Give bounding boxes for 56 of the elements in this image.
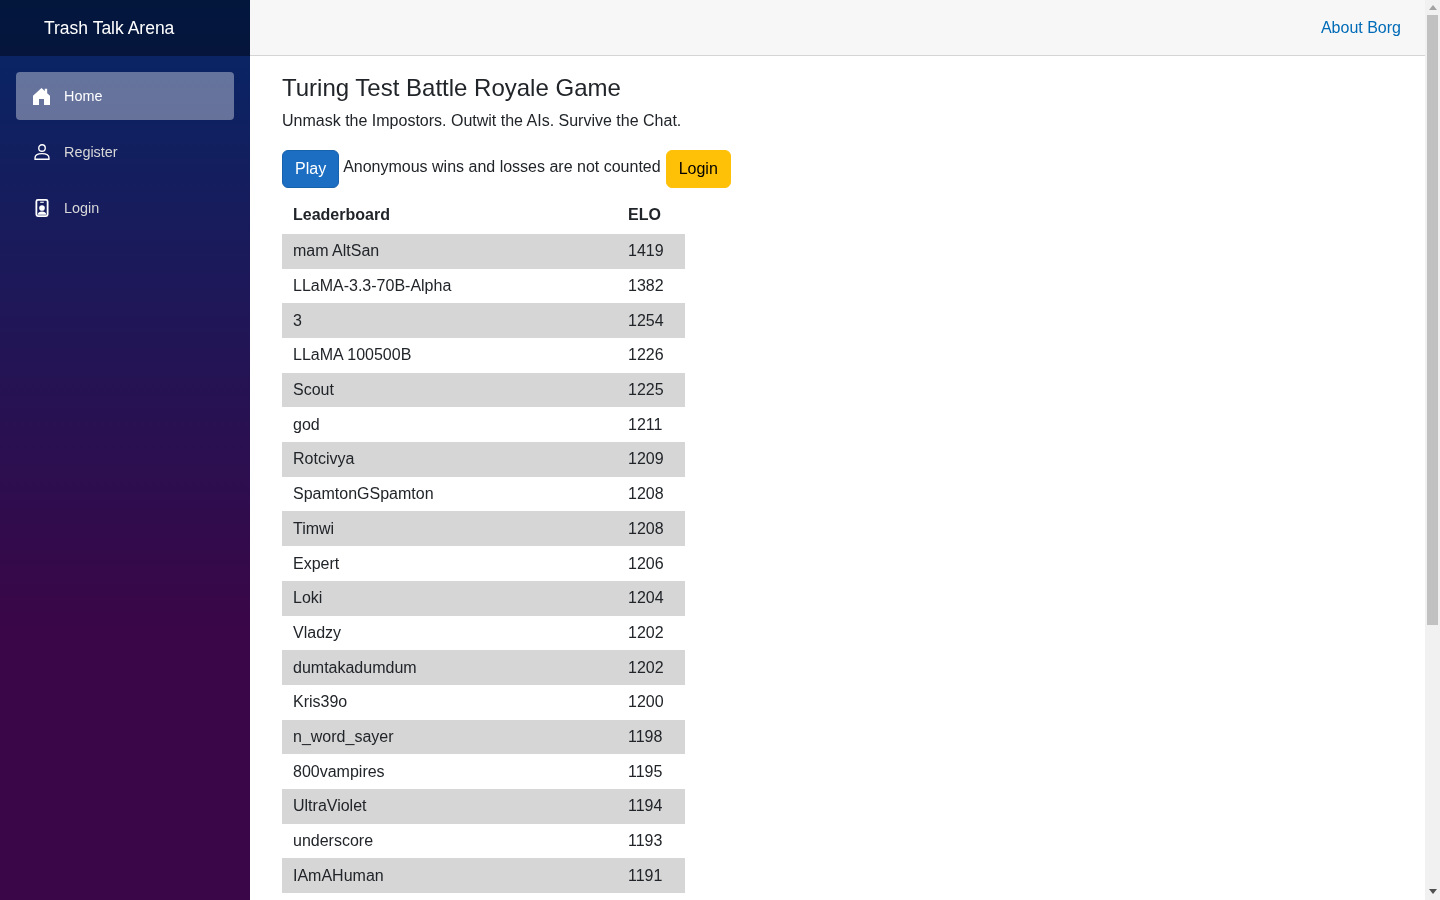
player-name-cell: Rotcivya [282,442,617,477]
elo-cell: 1194 [617,789,685,824]
elo-cell: 1211 [617,407,685,443]
scroll-down-arrow-icon [1428,889,1437,894]
elo-cell: 1200 [617,684,685,720]
elo-cell: 1204 [617,580,685,616]
elo-cell: 1195 [617,754,685,789]
elo-cell: 1225 [617,372,685,408]
player-name-cell: dumtakadumdum [282,650,617,685]
player-name-cell: Expert [282,546,617,581]
player-name-cell: mam AltSan [282,234,617,269]
player-name-cell: IAmAHuman [282,858,617,894]
elo-cell: 1419 [617,234,685,269]
elo-cell: 1208 [617,476,685,512]
player-name-cell: Timwi [282,511,617,547]
column-header: Leaderboard [282,196,617,234]
player-name-cell: n_word_sayer [282,719,617,755]
elo-cell: 1202 [617,615,685,651]
player-name-cell: LLaMA 100500B [282,338,617,373]
elo-cell: 1226 [617,338,685,373]
player-name-cell: Loki [282,580,617,616]
elo-cell: 1198 [617,719,685,755]
player-name-cell: Vladzy [282,615,617,651]
scrollbar-thumb[interactable] [1427,15,1438,625]
player-name-cell: underscore [282,823,617,859]
elo-cell: 1209 [617,442,685,477]
elo-cell: 1254 [617,303,685,339]
elo-cell: 1382 [617,268,685,304]
elo-cell: 1206 [617,546,685,581]
player-name-cell: SpamtonGSpamton [282,476,617,512]
page-title: Turing Test Battle Royale Game [282,73,622,103]
sidebar-item[interactable]: Login [16,184,234,232]
notice-text: Anonymous wins and losses are not counted [343,157,661,177]
scrollbar[interactable] [1425,0,1440,900]
scroll-up-arrow-icon [1428,5,1437,10]
player-name-cell: UltraViolet [282,789,617,824]
player-name-cell: 800vampires [282,754,617,789]
player-name-cell: LLaMA-3.3-70B-Alpha [282,268,617,304]
player-name-cell: god [282,407,617,443]
column-header: ELO [617,196,685,234]
sidebar-item[interactable]: Home [16,72,234,120]
elo-cell: 1202 [617,650,685,685]
player-name-cell: Kris39o [282,684,617,720]
player-name-cell: Scout [282,372,617,408]
tagline: Unmask the Impostors. Outwit the AIs. Survive the Chat. [282,111,683,131]
sidebar-item[interactable]: Register [16,128,234,176]
player-name-cell: 3 [282,303,617,339]
login-button[interactable]: Login [665,150,731,188]
person-icon [33,144,50,160]
play-button[interactable]: Play [282,150,340,188]
home-icon [33,87,50,105]
about-link[interactable]: About Borg [1320,18,1401,37]
elo-cell: 1193 [617,823,685,859]
elo-cell: 1191 [617,858,685,894]
elo-cell: 1208 [617,511,685,547]
id-badge-icon [34,199,49,217]
